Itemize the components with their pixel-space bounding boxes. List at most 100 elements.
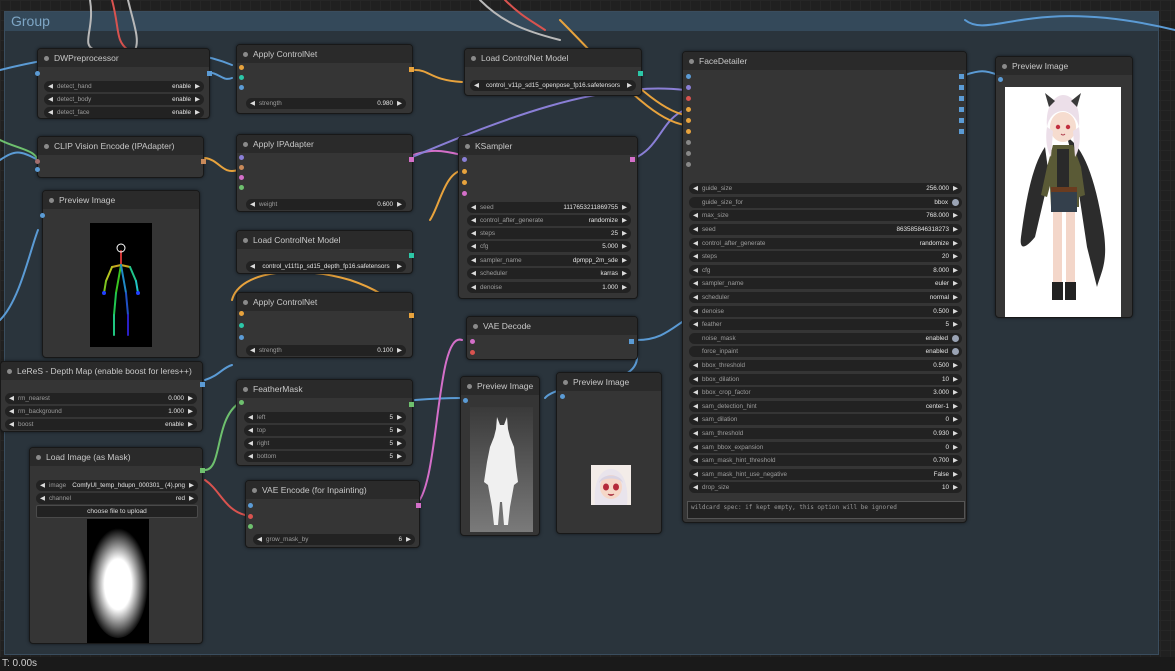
output-slot[interactable] bbox=[959, 85, 964, 90]
output-slot[interactable] bbox=[416, 503, 421, 508]
input-slot[interactable] bbox=[462, 169, 467, 174]
combo-widget[interactable]: ◀ sam_detection_hint center-1 ▶ bbox=[689, 401, 962, 412]
input-slot[interactable] bbox=[239, 335, 244, 340]
apply-controlnet-node[interactable]: Apply ControlNet ◀ strength 0.100 ▶ bbox=[236, 292, 414, 358]
input-slot[interactable] bbox=[239, 185, 244, 190]
input-slot[interactable] bbox=[239, 165, 244, 170]
output-slot[interactable] bbox=[201, 159, 206, 164]
number-widget[interactable]: ◀ bbox_crop_factor 3.000 ▶ bbox=[689, 387, 962, 398]
apply-controlnet-node[interactable]: Apply ControlNet ◀ strength 0.980 ▶ bbox=[236, 44, 414, 114]
output-slot[interactable] bbox=[630, 157, 635, 162]
combo-widget[interactable]: ◀ channel red ▶ bbox=[36, 493, 198, 504]
feathermask-node[interactable]: FeatherMask ◀ left 5 ▶ ◀ top 5 ▶ ◀ right 5 ▶ ◀ bot… bbox=[236, 379, 414, 466]
input-slot[interactable] bbox=[40, 213, 45, 218]
combo-widget[interactable]: ◀ scheduler karras ▶ bbox=[467, 268, 631, 279]
input-slot[interactable] bbox=[470, 350, 475, 355]
combo-widget[interactable]: ◀ control_after_generate randomize ▶ bbox=[689, 238, 962, 249]
number-widget[interactable]: ◀ grow_mask_by 6 ▶ bbox=[253, 534, 415, 545]
input-slot[interactable] bbox=[462, 157, 467, 162]
input-slot[interactable] bbox=[239, 85, 244, 90]
number-widget[interactable]: ◀ rm_nearest 0.000 ▶ bbox=[5, 393, 197, 404]
output-slot[interactable] bbox=[409, 313, 414, 318]
number-widget[interactable]: ◀ weight 0.600 ▶ bbox=[246, 199, 406, 210]
combo-widget[interactable]: ◀ scheduler normal ▶ bbox=[689, 292, 962, 303]
clip-vision-encode-node[interactable]: CLIP Vision Encode (IPAdapter) bbox=[35, 136, 206, 178]
output-slot[interactable] bbox=[959, 129, 964, 134]
preview-image-node[interactable]: Preview Image bbox=[995, 56, 1133, 318]
load-controlnet-model-node[interactable]: Load ControlNet Model ◀ control_v11f1p_sd… bbox=[236, 230, 414, 274]
output-slot[interactable] bbox=[629, 339, 634, 344]
number-widget[interactable]: ◀ cfg 5.000 ▶ bbox=[467, 241, 631, 252]
node-graph-canvas[interactable]: Group DWPreprocessor ◀ detect_hand enabl… bbox=[0, 0, 1175, 671]
output-slot[interactable] bbox=[409, 253, 414, 258]
number-widget[interactable]: ◀ denoise 0.500 ▶ bbox=[689, 306, 962, 317]
load-image-mask-node[interactable]: Load Image (as Mask) ◀ image ComfyUI_temp_… bbox=[29, 447, 205, 644]
input-slot[interactable] bbox=[686, 140, 691, 145]
leres-depth-map-node[interactable]: LeReS - Depth Map (enable boost for lere… bbox=[0, 361, 205, 432]
number-widget[interactable]: ◀ steps 20 ▶ bbox=[689, 251, 962, 262]
input-slot[interactable] bbox=[686, 107, 691, 112]
number-widget[interactable]: ◀ bottom 5 ▶ bbox=[244, 451, 406, 462]
input-slot[interactable] bbox=[35, 71, 40, 76]
preview-image-node[interactable]: Preview Image bbox=[40, 190, 200, 358]
output-slot[interactable] bbox=[409, 402, 414, 407]
number-widget[interactable]: ◀ left 5 ▶ bbox=[244, 412, 406, 423]
input-slot[interactable] bbox=[239, 75, 244, 80]
output-slot[interactable] bbox=[959, 118, 964, 123]
node-title[interactable]: VAE Encode (for Inpainting) bbox=[246, 481, 419, 499]
number-widget[interactable]: ◀ cfg 8.000 ▶ bbox=[689, 265, 962, 276]
toggle-widget[interactable]: force_inpaint enabled bbox=[689, 346, 962, 357]
node-title[interactable]: Preview Image bbox=[557, 373, 661, 391]
number-widget[interactable]: ◀ rm_background 1.000 ▶ bbox=[5, 406, 197, 417]
combo-widget[interactable]: ◀ detect_body enable ▶ bbox=[44, 94, 204, 105]
input-slot[interactable] bbox=[35, 159, 40, 164]
input-slot[interactable] bbox=[462, 191, 467, 196]
output-slot[interactable] bbox=[638, 71, 643, 76]
load-controlnet-model-node[interactable]: Load ControlNet Model ◀ control_v11p_sd15… bbox=[464, 48, 643, 96]
number-widget[interactable]: ◀ denoise 1.000 ▶ bbox=[467, 282, 631, 293]
combo-widget[interactable]: ◀ sam_mask_hint_use_negative False ▶ bbox=[689, 469, 962, 480]
combo-widget[interactable]: ◀ sampler_name euler ▶ bbox=[689, 278, 962, 289]
input-slot[interactable] bbox=[248, 514, 253, 519]
toggle-widget[interactable]: noise_mask enabled bbox=[689, 333, 962, 344]
facedetailer-node[interactable]: FaceDetailer ◀ guide_size 256.000 ▶ guide_s… bbox=[682, 51, 967, 523]
output-slot[interactable] bbox=[207, 71, 212, 76]
input-slot[interactable] bbox=[239, 175, 244, 180]
preview-image-node[interactable]: Preview Image bbox=[556, 372, 662, 534]
input-slot[interactable] bbox=[239, 155, 244, 160]
input-slot[interactable] bbox=[470, 339, 475, 344]
input-slot[interactable] bbox=[686, 118, 691, 123]
output-slot[interactable] bbox=[409, 157, 414, 162]
number-widget[interactable]: ◀ bbox_dilation 10 ▶ bbox=[689, 374, 962, 385]
node-title[interactable]: Load ControlNet Model bbox=[465, 49, 641, 67]
preview-image-node[interactable]: Preview Image bbox=[460, 376, 540, 536]
combo-widget[interactable]: ◀ boost enable ▶ bbox=[5, 419, 197, 430]
input-slot[interactable] bbox=[686, 96, 691, 101]
number-widget[interactable]: ◀ strength 0.980 ▶ bbox=[246, 98, 406, 109]
number-widget[interactable]: ◀ strength 0.100 ▶ bbox=[246, 345, 406, 356]
vae-encode-inpainting-node[interactable]: VAE Encode (for Inpainting) ◀ grow_mask_b… bbox=[245, 480, 421, 548]
input-slot[interactable] bbox=[462, 180, 467, 185]
output-slot[interactable] bbox=[409, 67, 414, 72]
combo-widget[interactable]: ◀ detect_face enable ▶ bbox=[44, 107, 204, 118]
combo-widget[interactable]: ◀ control_after_generate randomize ▶ bbox=[467, 215, 631, 226]
node-title[interactable]: LeReS - Depth Map (enable boost for lere… bbox=[1, 362, 202, 380]
input-slot[interactable] bbox=[560, 394, 565, 399]
output-slot[interactable] bbox=[959, 74, 964, 79]
output-slot[interactable] bbox=[200, 382, 205, 387]
input-slot[interactable] bbox=[248, 503, 253, 508]
number-widget[interactable]: ◀ bbox_threshold 0.500 ▶ bbox=[689, 360, 962, 371]
upload-button[interactable]: choose file to upload bbox=[36, 505, 198, 518]
toggle-widget[interactable]: guide_size_for bbox bbox=[689, 197, 962, 208]
input-slot[interactable] bbox=[248, 524, 253, 529]
number-widget[interactable]: ◀ sam_bbox_expansion 0 ▶ bbox=[689, 442, 962, 453]
input-slot[interactable] bbox=[686, 129, 691, 134]
input-slot[interactable] bbox=[239, 65, 244, 70]
combo-widget[interactable]: ◀ detect_hand enable ▶ bbox=[44, 81, 204, 92]
ksampler-node[interactable]: KSampler ◀ seed 1117653211869755 ▶ ◀ control… bbox=[458, 136, 638, 299]
node-title[interactable]: Preview Image bbox=[43, 191, 199, 209]
input-slot[interactable] bbox=[239, 311, 244, 316]
node-title[interactable]: KSampler bbox=[459, 137, 637, 155]
input-slot[interactable] bbox=[686, 162, 691, 167]
image-select-widget[interactable]: ◀ image ComfyUI_temp_hdupn_000301_ (4).png… bbox=[36, 480, 198, 491]
